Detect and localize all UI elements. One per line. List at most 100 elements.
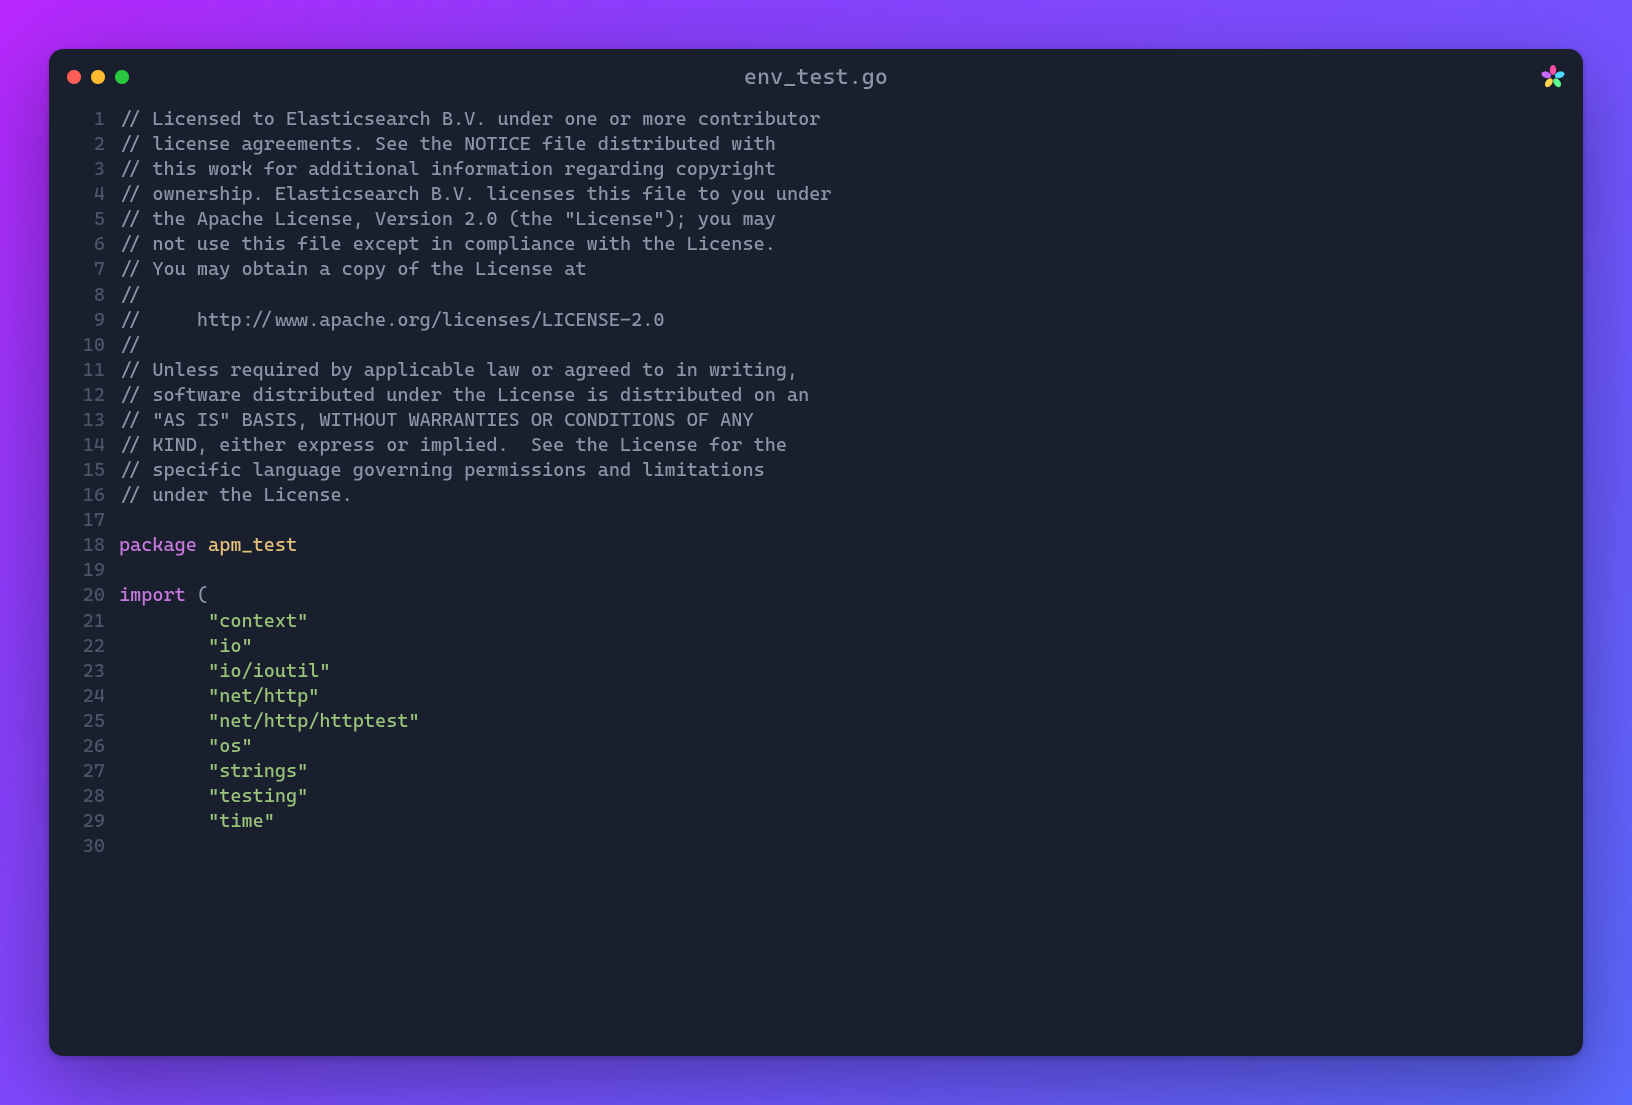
- token-plain: [119, 710, 208, 732]
- line-content: "net/http/httptest": [119, 709, 1583, 734]
- token-comment: // http://www.apache.org/licenses/LICENS…: [119, 309, 665, 331]
- window-title: env_test.go: [49, 65, 1583, 90]
- line-content: package apm_test: [119, 533, 1583, 558]
- code-line: 21 "context": [49, 609, 1583, 634]
- line-content: // under the License.: [119, 483, 1583, 508]
- line-content: // KIND, either express or implied. See …: [119, 433, 1583, 458]
- zoom-icon[interactable]: [115, 70, 129, 84]
- token-comment: //: [119, 334, 141, 356]
- line-content: // not use this file except in complianc…: [119, 232, 1583, 257]
- line-number: 5: [49, 207, 119, 232]
- code-line: 22 "io": [49, 634, 1583, 659]
- code-line: 11// Unless required by applicable law o…: [49, 358, 1583, 383]
- token-comment: // Unless required by applicable law or …: [119, 359, 798, 381]
- code-line: 20import (: [49, 583, 1583, 608]
- code-line: 24 "net/http": [49, 684, 1583, 709]
- token-plain: [119, 660, 208, 682]
- code-line: 13// "AS IS" BASIS, WITHOUT WARRANTIES O…: [49, 408, 1583, 433]
- line-number: 29: [49, 809, 119, 834]
- token-plain: [119, 785, 208, 807]
- window-controls: [67, 70, 129, 84]
- line-number: 25: [49, 709, 119, 734]
- editor-window: env_test.go 1// Licensed to Elasticsearc…: [49, 49, 1583, 1056]
- line-content: [119, 834, 1583, 859]
- titlebar: env_test.go: [49, 49, 1583, 99]
- token-comment: // You may obtain a copy of the License …: [119, 258, 587, 280]
- line-number: 9: [49, 308, 119, 333]
- line-content: "strings": [119, 759, 1583, 784]
- code-line: 1// Licensed to Elasticsearch B.V. under…: [49, 107, 1583, 132]
- line-number: 30: [49, 834, 119, 859]
- token-string: "context": [208, 610, 308, 632]
- line-content: "io": [119, 634, 1583, 659]
- code-line: 26 "os": [49, 734, 1583, 759]
- line-content: // Unless required by applicable law or …: [119, 358, 1583, 383]
- code-line: 18package apm_test: [49, 533, 1583, 558]
- code-line: 12// software distributed under the Lice…: [49, 383, 1583, 408]
- token-comment: // the Apache License, Version 2.0 (the …: [119, 208, 776, 230]
- line-number: 17: [49, 508, 119, 533]
- line-content: // this work for additional information …: [119, 157, 1583, 182]
- token-string: "strings": [208, 760, 308, 782]
- minimize-icon[interactable]: [91, 70, 105, 84]
- token-string: "os": [208, 735, 253, 757]
- code-line: 9// http://www.apache.org/licenses/LICEN…: [49, 308, 1583, 333]
- line-number: 18: [49, 533, 119, 558]
- line-number: 2: [49, 132, 119, 157]
- line-content: // license agreements. See the NOTICE fi…: [119, 132, 1583, 157]
- token-plain: (: [186, 584, 208, 606]
- token-comment: // Licensed to Elasticsearch B.V. under …: [119, 108, 820, 130]
- app-logo-icon: [1541, 65, 1565, 89]
- line-content: //: [119, 283, 1583, 308]
- line-number: 1: [49, 107, 119, 132]
- token-string: "testing": [208, 785, 308, 807]
- line-content: "net/http": [119, 684, 1583, 709]
- code-line: 28 "testing": [49, 784, 1583, 809]
- code-line: 5// the Apache License, Version 2.0 (the…: [49, 207, 1583, 232]
- token-plain: [197, 534, 208, 556]
- token-comment: // this work for additional information …: [119, 158, 776, 180]
- line-number: 21: [49, 609, 119, 634]
- code-line: 25 "net/http/httptest": [49, 709, 1583, 734]
- token-plain: [119, 760, 208, 782]
- code-line: 14// KIND, either express or implied. Se…: [49, 433, 1583, 458]
- code-line: 7// You may obtain a copy of the License…: [49, 257, 1583, 282]
- token-plain: [119, 810, 208, 832]
- token-comment: // under the License.: [119, 484, 353, 506]
- line-content: // the Apache License, Version 2.0 (the …: [119, 207, 1583, 232]
- line-number: 4: [49, 182, 119, 207]
- code-line: 16// under the License.: [49, 483, 1583, 508]
- code-line: 17: [49, 508, 1583, 533]
- line-number: 24: [49, 684, 119, 709]
- token-keyword: package: [119, 534, 197, 556]
- line-content: // specific language governing permissio…: [119, 458, 1583, 483]
- line-number: 26: [49, 734, 119, 759]
- line-number: 12: [49, 383, 119, 408]
- token-string: "net/http/httptest": [208, 710, 420, 732]
- code-line: 10//: [49, 333, 1583, 358]
- token-plain: [119, 685, 208, 707]
- code-line: 8//: [49, 283, 1583, 308]
- token-string: "net/http": [208, 685, 319, 707]
- line-number: 6: [49, 232, 119, 257]
- close-icon[interactable]: [67, 70, 81, 84]
- line-content: "testing": [119, 784, 1583, 809]
- line-content: //: [119, 333, 1583, 358]
- token-string: "time": [208, 810, 275, 832]
- line-content: import (: [119, 583, 1583, 608]
- line-content: "context": [119, 609, 1583, 634]
- code-area[interactable]: 1// Licensed to Elasticsearch B.V. under…: [49, 99, 1583, 883]
- line-content: // "AS IS" BASIS, WITHOUT WARRANTIES OR …: [119, 408, 1583, 433]
- line-number: 14: [49, 433, 119, 458]
- line-content: [119, 508, 1583, 533]
- token-comment: // specific language governing permissio…: [119, 459, 765, 481]
- token-ident: apm_test: [208, 534, 297, 556]
- code-line: 19: [49, 558, 1583, 583]
- line-number: 23: [49, 659, 119, 684]
- line-content: // Licensed to Elasticsearch B.V. under …: [119, 107, 1583, 132]
- line-content: // You may obtain a copy of the License …: [119, 257, 1583, 282]
- token-string: "io": [208, 635, 253, 657]
- token-plain: [119, 635, 208, 657]
- line-number: 16: [49, 483, 119, 508]
- code-line: 4// ownership. Elasticsearch B.V. licens…: [49, 182, 1583, 207]
